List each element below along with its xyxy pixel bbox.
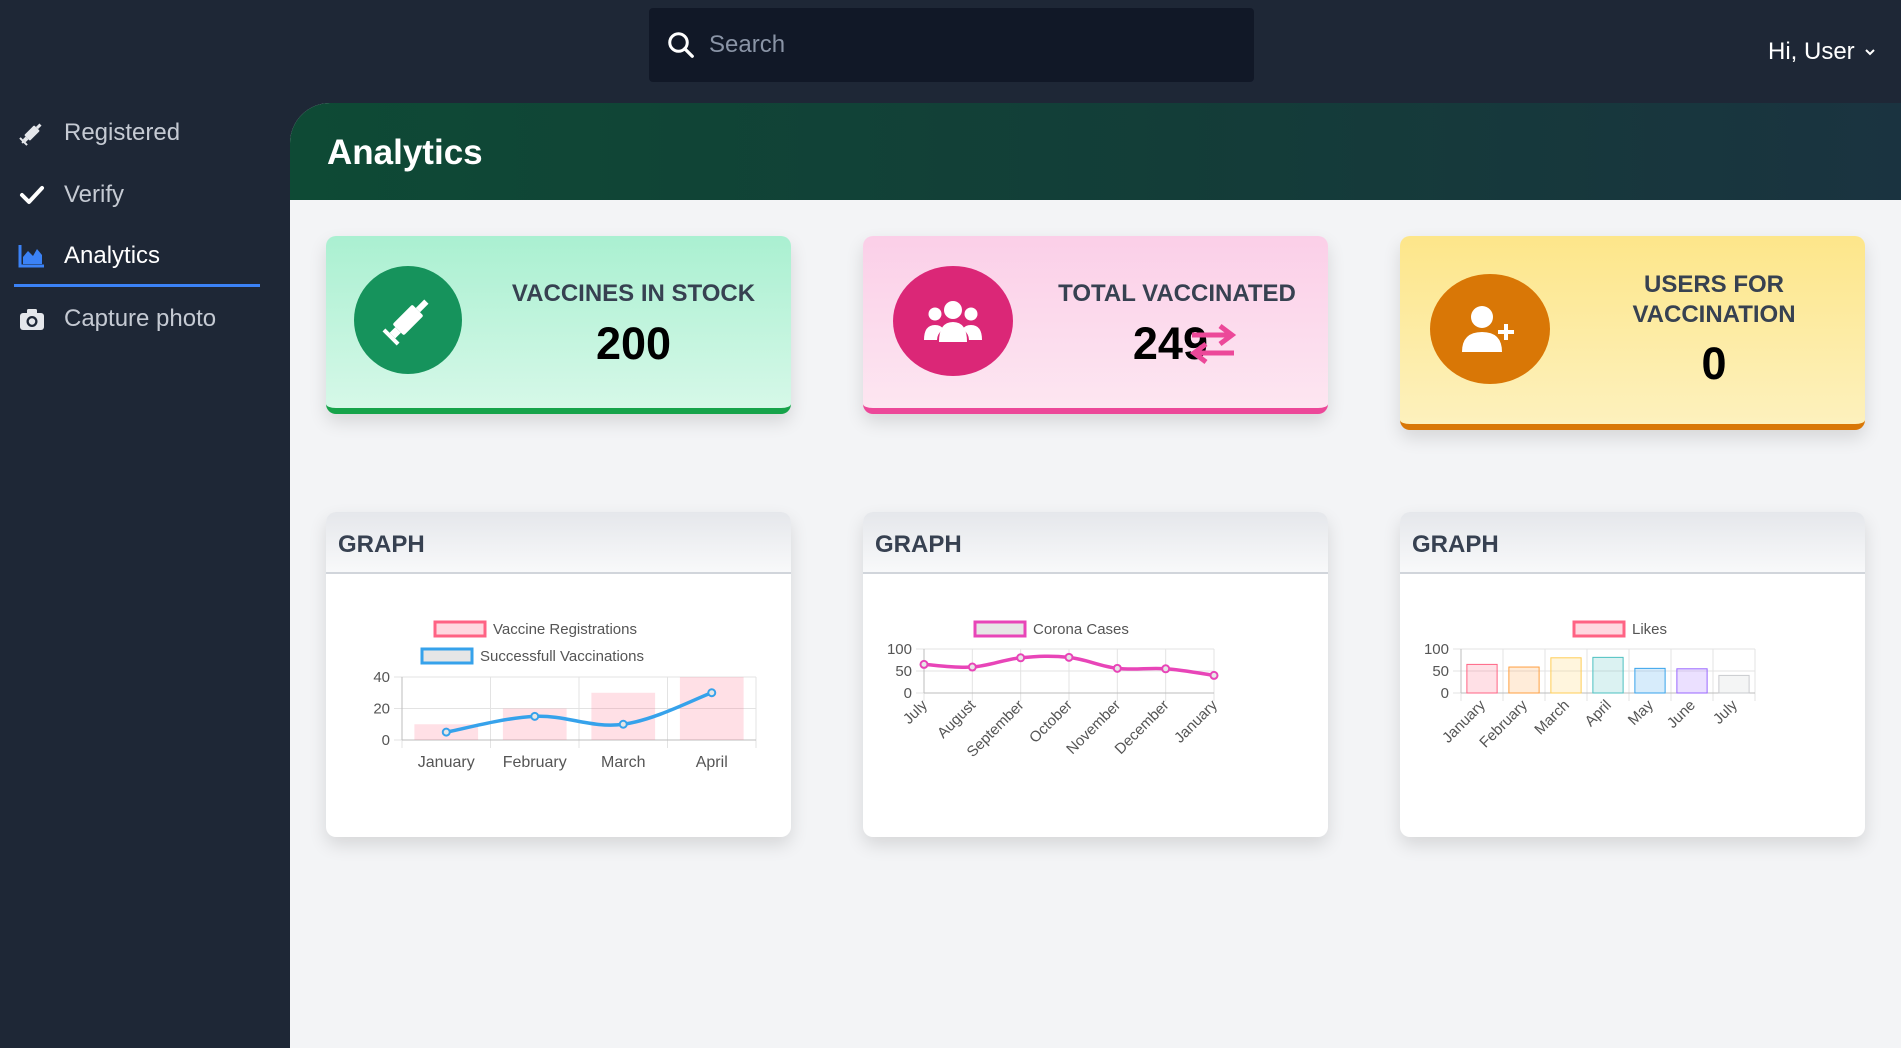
graph-header: GRAPH — [326, 512, 791, 574]
graph-title: GRAPH — [875, 531, 962, 558]
chevron-down-icon[interactable] — [1863, 45, 1877, 59]
chart-vaccinations: Vaccine Registrations Successfull Vaccina… — [373, 620, 757, 771]
y-tick-label: 50 — [1432, 663, 1449, 680]
legend-swatch — [1572, 620, 1626, 638]
legend-swatch — [973, 620, 1027, 638]
total-vaccinated-card: TOTAL VACCINATED 249 — [863, 236, 1328, 414]
x-tick-label: January — [1171, 696, 1221, 746]
data-point — [919, 659, 929, 669]
y-tick-label: 20 — [373, 701, 390, 718]
sidebar-item-registered[interactable]: Registered — [14, 103, 260, 163]
data-point — [530, 711, 540, 721]
stat-value: 249 — [1132, 318, 1208, 369]
vaccines-in-stock-card: VACCINES IN STOCK 200 — [326, 236, 791, 414]
bar — [1508, 666, 1540, 694]
y-tick-label: 0 — [1441, 685, 1449, 702]
stat-value: 200 — [595, 318, 672, 369]
data-point — [1161, 664, 1171, 674]
stat-label-line2: VACCINATION — [1632, 301, 1796, 328]
x-tick-label: March — [601, 754, 645, 771]
bar — [1718, 674, 1750, 694]
stat-label: TOTAL VACCINATED — [1058, 280, 1296, 307]
data-point — [1016, 653, 1026, 663]
top-bar: Hi, User — [0, 0, 1901, 103]
page-title: Analytics — [327, 133, 483, 172]
graph-card-3: GRAPH Likes 0 50 100 January February March Apr… — [1400, 512, 1865, 837]
user-plus-icon — [1430, 274, 1550, 384]
camera-icon — [18, 305, 46, 333]
x-tick-label: April — [696, 754, 728, 771]
data-point — [707, 688, 717, 698]
graph-card-2: GRAPH Corona Cases 0 50 100 July August Septem… — [863, 512, 1328, 837]
stat-label-line1: USERS FOR — [1643, 271, 1784, 298]
user-greeting[interactable]: Hi, User — [1768, 38, 1855, 66]
data-point — [441, 727, 451, 737]
sidebar-item-analytics[interactable]: Analytics — [14, 227, 260, 287]
search-input[interactable] — [709, 8, 1239, 82]
graph-header: GRAPH — [1400, 512, 1865, 574]
x-tick-label: April — [1582, 697, 1615, 730]
graph-title: GRAPH — [1412, 531, 1499, 558]
x-tick-label: August — [934, 696, 980, 742]
syringe-icon — [354, 266, 462, 374]
data-point — [1112, 663, 1122, 673]
legend-label: Likes — [1632, 621, 1667, 638]
bar — [591, 692, 656, 740]
graph-header: GRAPH — [863, 512, 1328, 574]
x-tick-label: February — [503, 754, 567, 771]
data-point — [1209, 670, 1219, 680]
y-tick-label: 100 — [1424, 641, 1449, 658]
sidebar-item-label: Capture photo — [64, 305, 217, 332]
legend-label: Successfull Vaccinations — [480, 648, 644, 665]
x-tick-label: May — [1625, 696, 1657, 728]
sidebar-item-label: Registered — [64, 119, 181, 146]
search-icon[interactable] — [666, 30, 696, 60]
legend-swatch — [420, 647, 474, 665]
y-tick-label: 100 — [887, 641, 912, 658]
chart-corona-cases: Corona Cases050100July AugustSeptemberOct… — [887, 620, 1221, 761]
y-tick-label: 0 — [904, 685, 912, 702]
sidebar-item-label: Analytics — [64, 241, 161, 269]
search-bar[interactable] — [649, 8, 1254, 82]
bar — [1676, 668, 1708, 694]
x-tick-label: July — [1710, 696, 1741, 727]
check-icon — [18, 181, 46, 209]
users-group-icon — [893, 266, 1013, 376]
bar — [679, 677, 744, 740]
legend-swatch — [433, 620, 487, 638]
data-point — [967, 662, 977, 672]
main-content: Analytics VACCINES IN STOCK 200 TOTAL VA… — [290, 103, 1901, 1048]
user-menu[interactable]: Hi, User — [1768, 38, 1877, 66]
bar — [1466, 663, 1498, 694]
sidebar-item-capture-photo[interactable]: Capture photo — [14, 289, 260, 349]
users-for-vaccination-card: USERS FOR VACCINATION 0 — [1400, 236, 1865, 430]
bar — [1550, 657, 1582, 694]
sidebar-item-verify[interactable]: Verify — [14, 165, 260, 225]
chart-likes: Likes050100JanuaryFebruary March April May J… — [1424, 620, 1756, 751]
sidebar: Registered Verify Analytics Capture phot… — [0, 103, 290, 1048]
legend-label: Vaccine Registrations — [493, 621, 637, 638]
y-tick-label: 0 — [382, 732, 390, 749]
stat-label: USERS FOR VACCINATION — [1580, 270, 1848, 330]
bar — [1592, 656, 1624, 694]
y-tick-label: 50 — [895, 663, 912, 680]
stat-value: 0 — [1701, 338, 1727, 389]
page-header: Analytics — [290, 103, 1901, 200]
sidebar-item-label: Verify — [64, 181, 125, 208]
area-chart-icon — [18, 242, 46, 270]
data-point — [618, 719, 628, 729]
x-tick-label: October — [1026, 697, 1076, 747]
graph-title: GRAPH — [338, 531, 425, 558]
data-point — [1064, 652, 1074, 662]
x-tick-label: January — [418, 754, 475, 771]
stat-label: VACCINES IN STOCK — [511, 280, 756, 307]
y-tick-label: 40 — [373, 669, 390, 686]
syringe-icon — [18, 119, 46, 147]
bar — [1634, 667, 1666, 694]
x-tick-label: June — [1664, 697, 1699, 732]
graph-card-1: GRAPH Vaccine Registrations Successfull V… — [326, 512, 791, 837]
legend-label: Corona Cases — [1033, 621, 1129, 638]
x-tick-label: March — [1531, 697, 1572, 738]
exchange-arrows-icon — [1189, 324, 1237, 364]
